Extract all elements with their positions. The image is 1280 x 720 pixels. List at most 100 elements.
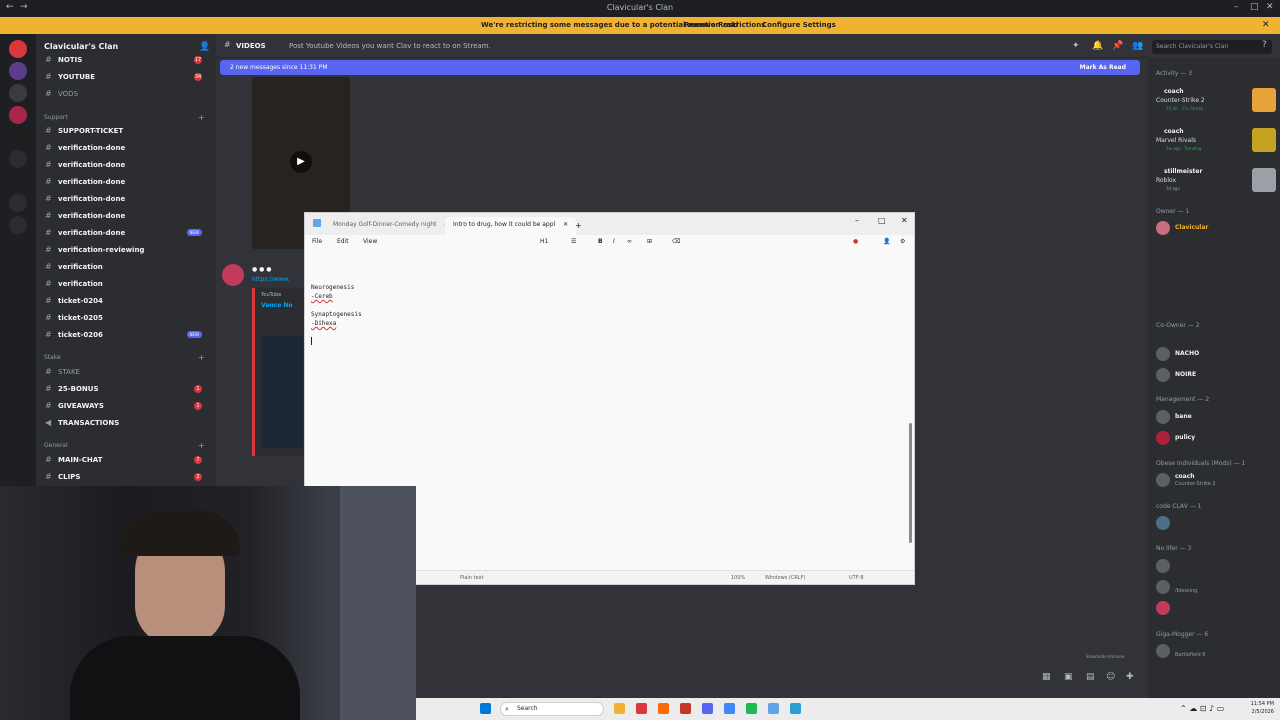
app-icon[interactable] <box>790 703 801 714</box>
channel-item[interactable]: # verification-done <box>44 142 212 156</box>
tray-icons[interactable]: ⌃ ☁ ⊡ ♪ ▭ <box>1180 704 1224 713</box>
emoji-icon[interactable]: ☺ <box>1106 672 1115 682</box>
server-icon[interactable] <box>9 128 27 146</box>
italic-icon[interactable]: I <box>613 238 615 245</box>
discord-icon[interactable] <box>702 703 713 714</box>
notepad-text-area[interactable]: Neurogenesis-Cereb​Synaptogenesis-Dihexa… <box>311 283 362 345</box>
tab-intro-to-drug[interactable]: Intro to drug, how it could be appl ✕ <box>445 217 577 235</box>
server-icon[interactable] <box>9 62 27 80</box>
message-link[interactable]: https://www. <box>252 276 304 283</box>
channel-item[interactable]: # STAKE <box>44 366 212 380</box>
category-support[interactable]: Support + <box>44 113 205 122</box>
channel-item[interactable]: # SUPPORT-TICKET <box>44 125 212 139</box>
taskbar-search[interactable]: ⌕ Search <box>500 702 604 716</box>
list-icon[interactable]: ☰ <box>571 238 576 245</box>
channel-item[interactable]: # VODS <box>44 88 212 102</box>
member-item[interactable]: pulicy <box>1156 428 1278 448</box>
avatar[interactable] <box>222 264 244 286</box>
play-icon[interactable]: ▶ <box>290 151 312 173</box>
channel-item[interactable]: # NOTIS 17 <box>44 54 212 68</box>
clear-format-icon[interactable]: ⌫ <box>672 238 680 245</box>
channel-item[interactable]: #25-BONUS 1 <box>44 383 212 397</box>
close-window-icon[interactable]: ✕ <box>1266 2 1274 12</box>
member-item[interactable]: coach Counter-Strike 2 <box>1156 470 1278 490</box>
channel-item[interactable]: # verification-reviewing <box>44 244 212 258</box>
member-item[interactable] <box>1156 598 1278 618</box>
table-icon[interactable]: ⊞ <box>647 238 652 245</box>
maximize-icon[interactable]: □ <box>878 216 886 225</box>
member-list-icon[interactable]: 👥 <box>1132 41 1143 51</box>
menu-edit[interactable]: Edit <box>337 238 349 245</box>
member-item[interactable]: Battlefield 6 <box>1156 641 1278 661</box>
copilot-icon[interactable]: ● <box>853 238 858 245</box>
activity-card[interactable]: coach Counter-Strike 2 25:40 · 37x Strea… <box>1156 88 1280 126</box>
channel-item[interactable]: ◀ TRANSACTIONS <box>44 417 212 431</box>
add-channel-icon[interactable]: + <box>198 441 205 450</box>
taskbar-clock[interactable]: 11:54 PM 2/5/2026 <box>1251 700 1274 716</box>
status-line-ending[interactable]: Windows (CRLF) <box>765 575 805 581</box>
message-author[interactable]: ● ● ● <box>252 266 304 273</box>
channel-item[interactable]: # verification <box>44 261 212 275</box>
channel-item[interactable]: # verification-done <box>44 210 212 224</box>
category-stake[interactable]: Stake + <box>44 353 205 362</box>
discover-icon[interactable] <box>9 216 27 234</box>
file-explorer-icon[interactable] <box>614 703 625 714</box>
settings-gear-icon[interactable]: ⚙ <box>900 238 905 245</box>
close-window-icon[interactable]: ✕ <box>901 216 908 225</box>
app-icon[interactable] <box>636 703 647 714</box>
member-item[interactable]: bane <box>1156 407 1278 427</box>
activity-card[interactable]: coach Marvel Rivals 2w ago · Trending <box>1156 128 1280 166</box>
channel-item[interactable]: # verification-done <box>44 176 212 190</box>
channel-item[interactable]: # ticket-0205 <box>44 312 212 326</box>
member-item[interactable]: Clavicular <box>1156 218 1278 238</box>
server-icon[interactable] <box>9 40 27 58</box>
bold-icon[interactable]: B <box>598 238 603 245</box>
app-icon[interactable] <box>658 703 669 714</box>
menu-view[interactable]: View <box>363 238 377 245</box>
channel-item[interactable]: # GIVEAWAYS 1 <box>44 400 212 414</box>
channel-item[interactable]: # verification <box>44 278 212 292</box>
channel-item[interactable]: # verification-done <box>44 159 212 173</box>
bell-icon[interactable]: 🔔 <box>1092 41 1103 51</box>
threads-icon[interactable]: ✦ <box>1072 41 1080 51</box>
heading-button[interactable]: H1 <box>540 238 548 245</box>
channel-item[interactable]: # ticket-0206 NEW <box>44 329 212 343</box>
mark-as-read-button[interactable]: Mark As Read <box>1080 64 1126 71</box>
server-icon[interactable] <box>9 150 27 168</box>
server-icon[interactable] <box>9 106 27 124</box>
spotify-icon[interactable] <box>746 703 757 714</box>
channel-item[interactable]: # YOUTUBE 34 <box>44 71 212 85</box>
notepad-icon[interactable] <box>768 703 779 714</box>
pin-icon[interactable]: 📌 <box>1112 41 1123 51</box>
app-icon[interactable] <box>680 703 691 714</box>
channel-item[interactable]: # verification-done NEW <box>44 227 212 241</box>
channel-item[interactable]: # CLIPS 2 <box>44 471 212 485</box>
member-item[interactable]: NOIRE <box>1156 365 1278 385</box>
embed-thumbnail[interactable] <box>261 336 303 448</box>
member-item[interactable] <box>1156 556 1278 576</box>
search-input[interactable]: Search Clavicular's Clan <box>1152 40 1272 54</box>
status-zoom[interactable]: 100% <box>731 575 745 581</box>
account-icon[interactable]: 👤 <box>883 238 890 245</box>
apps-icon[interactable]: ✚ <box>1126 672 1134 682</box>
channel-item[interactable]: # MAIN-CHAT 7 <box>44 454 212 468</box>
chrome-icon[interactable] <box>724 703 735 714</box>
configure-settings-button[interactable]: Configure Settings <box>762 21 836 29</box>
server-icon[interactable] <box>9 84 27 102</box>
embed-title[interactable]: Vance No <box>261 302 305 309</box>
maximize-icon[interactable]: □ <box>1250 2 1259 12</box>
minimize-icon[interactable]: – <box>855 216 859 225</box>
link-icon[interactable]: ∞ <box>627 238 632 245</box>
scrollbar[interactable] <box>909 423 912 543</box>
tab-monday-golf[interactable]: Monday Golf-Dinner-Comedy night ● <box>325 217 458 235</box>
add-channel-icon[interactable]: + <box>198 353 205 362</box>
gift-icon[interactable]: ▦ <box>1042 672 1051 682</box>
menu-file[interactable]: File <box>312 238 322 245</box>
server-name[interactable]: Clavicular's Clan <box>44 42 118 51</box>
member-item[interactable] <box>1156 513 1278 533</box>
sticker-icon[interactable]: ▤ <box>1086 672 1095 682</box>
member-item[interactable]: NACHO <box>1156 344 1278 364</box>
add-channel-icon[interactable]: + <box>198 113 205 122</box>
remove-restrictions-button[interactable]: Remove Restrictions <box>684 21 765 29</box>
channel-item[interactable]: # verification-done <box>44 193 212 207</box>
